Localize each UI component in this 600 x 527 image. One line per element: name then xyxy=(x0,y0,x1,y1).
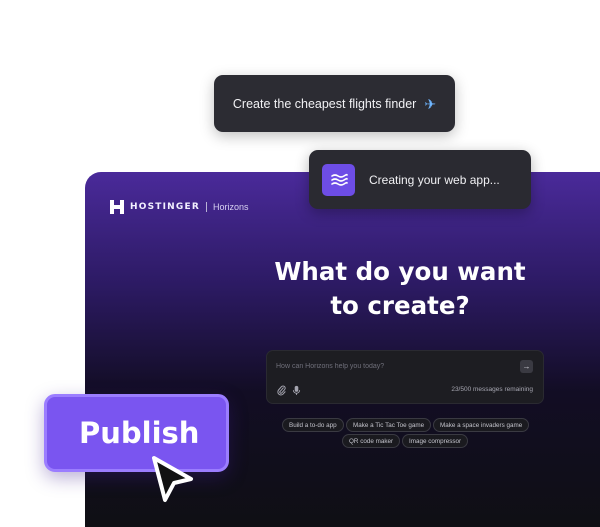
publish-button[interactable]: Publish xyxy=(44,394,229,472)
status-text: Creating your web app... xyxy=(369,172,500,187)
arrow-right-icon: → xyxy=(522,362,531,371)
suggestion-chip[interactable]: QR code maker xyxy=(342,434,401,448)
request-text: Create the cheapest flights finder xyxy=(232,96,417,111)
brand-name: HOSTINGER xyxy=(130,202,200,212)
mouse-cursor-icon xyxy=(152,456,193,502)
paperclip-icon[interactable] xyxy=(277,385,286,396)
status-bubble: Creating your web app... xyxy=(309,150,531,209)
brand-product: Horizons xyxy=(212,202,249,212)
page-title: What do you want to create? xyxy=(274,257,526,320)
user-request-bubble: Create the cheapest flights finder ✈ xyxy=(214,75,455,132)
suggestion-chip[interactable]: Make a space invaders game xyxy=(433,418,530,432)
prompt-box: → 23/500 messages remaining xyxy=(266,350,544,404)
prompt-input[interactable] xyxy=(276,359,506,373)
brand-header: HOSTINGER Horizons xyxy=(110,199,248,215)
messages-remaining: 23/500 messages remaining xyxy=(451,386,533,393)
suggestion-chip[interactable]: Build a to-do app xyxy=(282,418,344,432)
brand-divider xyxy=(205,202,207,212)
suggestion-chip[interactable]: Image compressor xyxy=(402,434,469,448)
suggestion-chip[interactable]: Make a Tic Tac Toe game xyxy=(346,418,432,432)
microphone-icon[interactable] xyxy=(292,385,301,396)
send-button[interactable]: → xyxy=(520,360,533,373)
airplane-icon: ✈ xyxy=(424,95,437,112)
hostinger-logo-icon xyxy=(110,200,124,214)
waves-icon xyxy=(322,163,355,196)
